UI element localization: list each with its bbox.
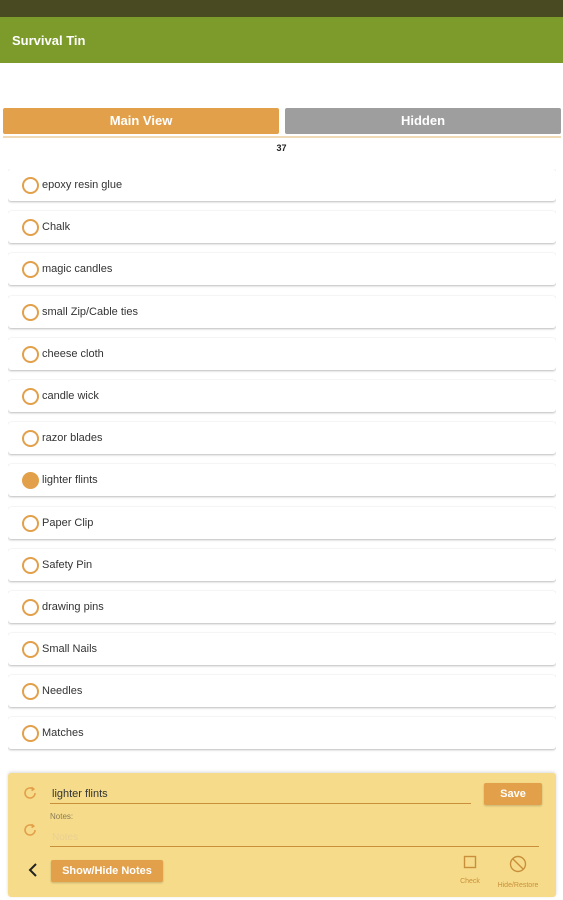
app-bar: Survival Tin: [0, 17, 563, 63]
radio-icon[interactable]: [22, 219, 39, 237]
list-item[interactable]: candle wick: [8, 379, 556, 412]
list-item[interactable]: small Zip/Cable ties: [8, 295, 556, 328]
refresh-notes-icon[interactable]: [22, 822, 38, 838]
list-item-label: epoxy resin glue: [42, 179, 123, 191]
list-item[interactable]: cheese cloth: [8, 337, 556, 370]
list-item-label: lighter flints: [42, 474, 98, 487]
radio-icon[interactable]: [22, 430, 39, 448]
check-label: Check: [460, 878, 480, 885]
radio-icon[interactable]: [22, 345, 39, 363]
edit-panel: Save Notes: Show/Hide Notes Check Hide/R…: [8, 773, 556, 897]
list-item-label: Needles: [42, 685, 83, 698]
status-bar: [0, 0, 563, 17]
list-item[interactable]: Matches: [8, 717, 556, 750]
radio-icon[interactable]: [22, 177, 39, 194]
list-item[interactable]: lighter flints: [8, 464, 556, 497]
save-button[interactable]: Save: [484, 783, 542, 805]
radio-icon[interactable]: [22, 641, 39, 659]
list-item-label: razor blades: [42, 432, 103, 445]
list-item[interactable]: Small Nails: [8, 633, 556, 666]
list-item-label: drawing pins: [42, 600, 104, 613]
notes-input[interactable]: [50, 829, 539, 847]
list-item[interactable]: epoxy resin glue: [8, 169, 556, 201]
chevron-left-icon[interactable]: [26, 862, 40, 878]
radio-icon[interactable]: [22, 387, 39, 405]
item-name-input[interactable]: [50, 785, 471, 804]
item-count: 37: [276, 143, 287, 153]
list-item-label: Paper Clip: [42, 516, 94, 529]
list-item[interactable]: Needles: [8, 675, 556, 708]
tab-main-view[interactable]: Main View: [3, 108, 279, 134]
refresh-icon[interactable]: [22, 785, 38, 801]
item-list[interactable]: epoxy resin glue Chalk magic candles small …: [8, 169, 556, 770]
list-item-label: magic candles: [42, 263, 113, 276]
radio-icon[interactable]: [22, 556, 39, 574]
radio-icon[interactable]: [22, 725, 39, 743]
checkbox-outline-icon: [463, 855, 477, 869]
app-title: Survival Tin: [12, 33, 86, 48]
radio-icon[interactable]: [22, 303, 39, 321]
list-item-label: cheese cloth: [42, 347, 104, 360]
radio-icon[interactable]: [22, 598, 39, 616]
list-item-label: small Zip/Cable ties: [42, 305, 138, 318]
hide-restore-action[interactable]: Hide/Restore: [492, 855, 544, 889]
list-item[interactable]: Paper Clip: [8, 506, 556, 539]
tab-hidden[interactable]: Hidden: [285, 108, 561, 134]
list-item[interactable]: magic candles: [8, 253, 556, 286]
tab-indicator: [3, 136, 561, 138]
notes-label: Notes:: [50, 812, 74, 821]
list-item-label: Matches: [42, 727, 84, 740]
list-item[interactable]: Safety Pin: [8, 548, 556, 581]
list-item-label: Small Nails: [42, 643, 98, 656]
radio-icon[interactable]: [22, 261, 39, 279]
list-item-label: Chalk: [42, 221, 71, 234]
radio-icon[interactable]: [22, 472, 39, 490]
radio-icon[interactable]: [22, 514, 39, 532]
tab-bar: Main View Hidden: [0, 108, 563, 138]
block-icon: [509, 855, 527, 873]
check-action[interactable]: Check: [455, 855, 485, 885]
show-hide-notes-button[interactable]: Show/Hide Notes: [51, 860, 163, 882]
list-item[interactable]: razor blades: [8, 422, 556, 455]
list-item-label: Safety Pin: [42, 558, 93, 571]
list-item[interactable]: drawing pins: [8, 590, 556, 623]
list-item[interactable]: Chalk: [8, 211, 556, 244]
radio-icon[interactable]: [22, 683, 39, 701]
list-item-label: candle wick: [42, 389, 99, 402]
hide-restore-label: Hide/Restore: [497, 882, 539, 889]
